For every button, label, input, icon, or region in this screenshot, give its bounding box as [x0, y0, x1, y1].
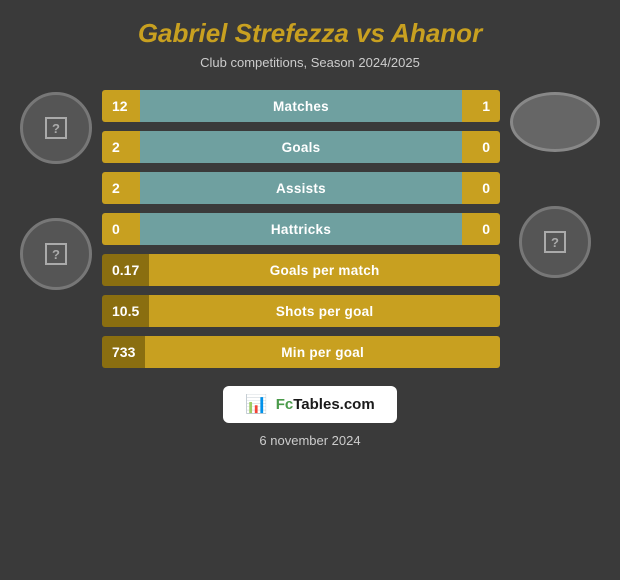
stat-row: 0.17Goals per match — [102, 252, 500, 288]
stat-label: Goals — [140, 131, 462, 163]
stat-row: 733Min per goal — [102, 334, 500, 370]
logo-text: FcTables.com — [276, 396, 375, 413]
stat-left-value: 733 — [102, 336, 145, 368]
stat-left-value: 2 — [102, 131, 140, 163]
right-avatars: ? — [510, 92, 600, 278]
stat-row: 2Assists0 — [102, 170, 500, 206]
right-avatar-top — [510, 92, 600, 152]
stat-label: Matches — [140, 90, 462, 122]
stat-left-value: 10.5 — [102, 295, 149, 327]
stat-left-value: 0 — [102, 213, 140, 245]
stat-label: Shots per goal — [149, 295, 500, 327]
comparison-area: ? ? 12Matches12Goals02Assists00Hattricks… — [20, 88, 600, 370]
stat-bar-min-per-goal: 733Min per goal — [102, 336, 500, 368]
page-title: Gabriel Strefezza vs Ahanor — [138, 18, 482, 49]
left-avatar-bottom: ? — [20, 218, 92, 290]
stat-bar-hattricks: 0Hattricks0 — [102, 213, 500, 245]
right-avatar-bottom: ? — [519, 206, 591, 278]
stat-bar-goals-per-match: 0.17Goals per match — [102, 254, 500, 286]
stat-row: 12Matches1 — [102, 88, 500, 124]
date-label: 6 november 2024 — [259, 433, 360, 448]
stat-left-value: 2 — [102, 172, 140, 204]
stat-label: Hattricks — [140, 213, 462, 245]
stat-left-value: 0.17 — [102, 254, 149, 286]
stat-label: Assists — [140, 172, 462, 204]
stat-right-value: 1 — [462, 90, 500, 122]
footer-logo: 📊 FcTables.com — [223, 386, 396, 423]
stat-right-value: 0 — [462, 213, 500, 245]
stat-label: Min per goal — [145, 336, 500, 368]
chart-icon: 📊 — [245, 394, 267, 415]
stat-right-value: 0 — [462, 131, 500, 163]
stat-row: 2Goals0 — [102, 129, 500, 165]
stat-left-value: 12 — [102, 90, 140, 122]
stat-bar-assists: 2Assists0 — [102, 172, 500, 204]
stat-right-value: 0 — [462, 172, 500, 204]
stat-row: 0Hattricks0 — [102, 211, 500, 247]
avatar-placeholder-2: ? — [45, 243, 67, 265]
left-avatars: ? ? — [20, 92, 92, 290]
stat-label: Goals per match — [149, 254, 500, 286]
comparison-card: Gabriel Strefezza vs Ahanor Club competi… — [0, 0, 620, 580]
stats-area: 12Matches12Goals02Assists00Hattricks00.1… — [102, 88, 500, 370]
avatar-placeholder-3: ? — [544, 231, 566, 253]
stat-bar-shots-per-goal: 10.5Shots per goal — [102, 295, 500, 327]
avatar-placeholder: ? — [45, 117, 67, 139]
stat-bar-goals: 2Goals0 — [102, 131, 500, 163]
subtitle: Club competitions, Season 2024/2025 — [200, 55, 420, 70]
stat-row: 10.5Shots per goal — [102, 293, 500, 329]
left-avatar-top: ? — [20, 92, 92, 164]
stat-bar-matches: 12Matches1 — [102, 90, 500, 122]
